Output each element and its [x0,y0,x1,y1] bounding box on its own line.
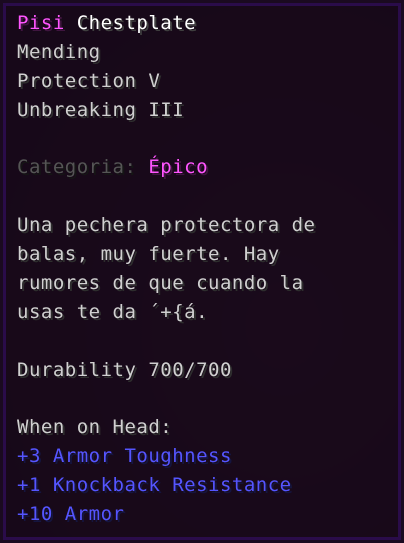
category-line: Categoria: Épico [17,153,387,182]
game-background: Pisi Chestplate Mending Protection V Unb… [0,0,404,543]
item-tooltip: Pisi Chestplate Mending Protection V Unb… [0,0,404,543]
category-label: Categoria: [17,156,137,179]
lore-line: balas, muy fuerte. Hay [17,243,280,266]
item-name-part2: Chestplate [76,12,197,34]
attribute-armor: +10 Armor [17,503,125,526]
enchantment-mending: Mending [17,40,101,63]
equip-slot-header: When on Head: [17,416,173,439]
lore-line: Una pechera protectora de [17,214,316,237]
durability: Durability 700/700 [17,358,232,381]
enchantment-unbreaking: Unbreaking III [17,98,185,121]
item-name: Pisi Chestplate [17,9,387,38]
attribute-armor-toughness: +3 Armor Toughness [17,445,232,468]
lore-line: usas te da ´+{á. [17,300,209,323]
enchantment-protection: Protection V [17,69,161,92]
attribute-knockback-resistance: +1 Knockback Resistance [17,474,292,497]
category-value: Épico [148,156,209,179]
item-name-part1: Pisi [17,12,65,34]
lore-line: rumores de que cuando la [17,272,304,295]
